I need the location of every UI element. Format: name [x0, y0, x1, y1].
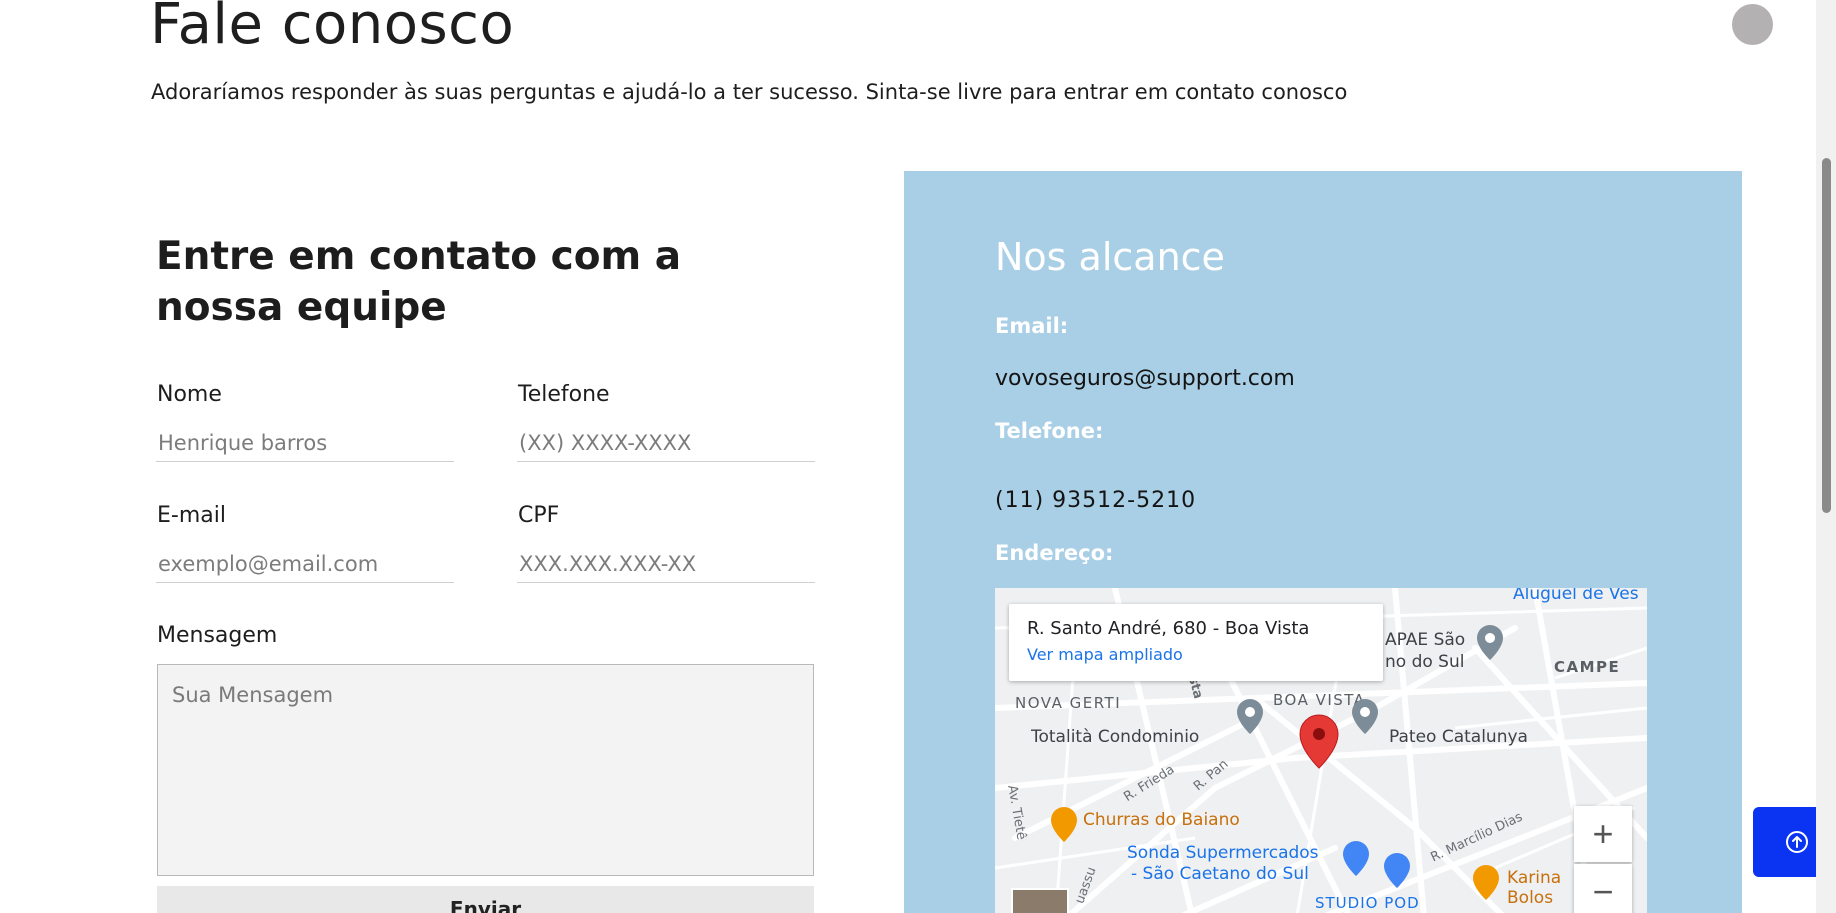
map-label-karina: Karina [1507, 868, 1562, 888]
scrollbar-thumb[interactable] [1822, 158, 1831, 513]
mensagem-textarea[interactable] [157, 664, 814, 876]
email-label: E-mail [157, 503, 226, 528]
telefone-label: Telefone [518, 382, 610, 407]
map-info-card: R. Santo André, 680 - Boa Vista Ver mapa… [1009, 604, 1383, 681]
contact-email-label: Email: [995, 314, 1069, 338]
map-label-campe: CAMPE [1554, 658, 1621, 676]
map-label-sonda-2: - São Caetano do Sul [1131, 864, 1309, 884]
map-satellite-thumbnail[interactable] [1011, 888, 1069, 913]
email-field-group: E-mail [156, 503, 454, 583]
contact-email-value: vovoseguros@support.com [995, 366, 1295, 391]
map-label-churras: Churras do Baiano [1083, 810, 1240, 830]
map-label-boa-vista: BOA VISTA [1273, 691, 1366, 709]
cpf-label: CPF [518, 503, 560, 528]
nome-input[interactable] [156, 424, 454, 462]
contact-phone-label: Telefone: [995, 419, 1104, 443]
map-label-apae-2: no do Sul [1385, 652, 1465, 672]
map-zoom-in-button[interactable]: + [1574, 806, 1632, 862]
embedded-map[interactable]: Aluguel de Ves APAE São no do Sul CAMPE … [995, 588, 1647, 913]
page-subtitle: Adoraríamos responder às suas perguntas … [151, 80, 1348, 104]
map-label-totalita: Totalità Condominio [1031, 727, 1200, 747]
contact-title: Nos alcance [995, 235, 1225, 279]
cpf-input[interactable] [517, 545, 815, 583]
arrow-up-circle-icon [1786, 831, 1808, 853]
map-label-aluguel: Aluguel de Ves [1513, 588, 1639, 604]
cpf-field-group: CPF [517, 503, 815, 583]
form-title: Entre em contato com a nossa equipe [156, 234, 682, 330]
enviar-button[interactable]: Enviar [157, 886, 814, 913]
map-label-pateo: Pateo Catalunya [1389, 727, 1528, 747]
telefone-input[interactable] [517, 424, 815, 462]
email-input[interactable] [156, 545, 454, 583]
mensagem-label: Mensagem [157, 623, 278, 648]
avatar[interactable] [1732, 4, 1773, 45]
map-zoom-out-button[interactable]: − [1574, 864, 1632, 913]
map-label-nova-gerti: NOVA GERTI [1015, 694, 1122, 712]
map-label-karina-2: Bolos [1507, 888, 1554, 908]
contact-address-label: Endereço: [995, 541, 1114, 565]
map-label-studio: STUDIO POD [1315, 894, 1420, 912]
contact-phone-value: (11) 93512-5210 [995, 488, 1197, 513]
nome-label: Nome [157, 382, 222, 407]
map-label-apae: APAE São [1385, 630, 1466, 650]
page-scrollbar[interactable] [1816, 0, 1836, 913]
map-address: R. Santo André, 680 - Boa Vista [1027, 618, 1310, 639]
nome-field-group: Nome [156, 382, 454, 462]
contact-panel: Nos alcance Email: vovoseguros@support.c… [904, 171, 1742, 913]
map-label-sonda: Sonda Supermercados [1127, 843, 1319, 863]
map-expand-link[interactable]: Ver mapa ampliado [1027, 645, 1365, 664]
telefone-field-group: Telefone [517, 382, 815, 462]
page-title: Fale conosco [150, 0, 515, 57]
